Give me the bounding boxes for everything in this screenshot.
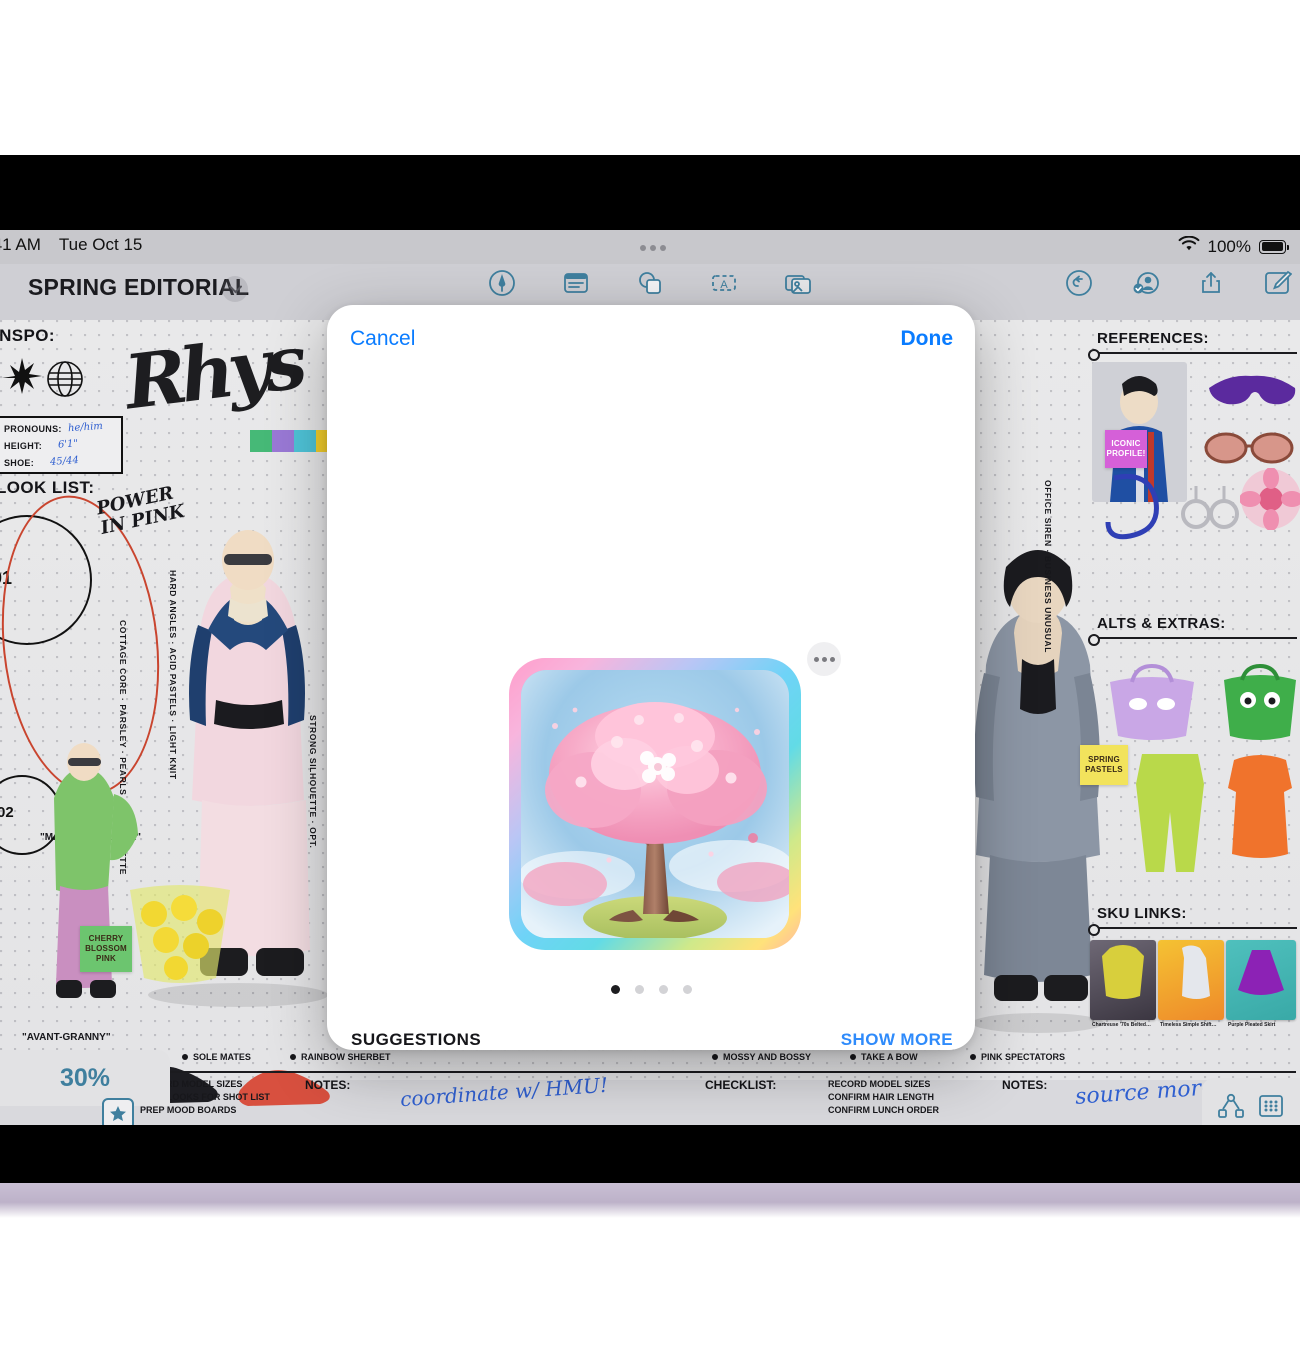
done-button[interactable]: Done [901, 327, 954, 351]
cancel-button[interactable]: Cancel [350, 327, 415, 351]
suggestions-heading: SUGGESTIONS [351, 1030, 482, 1049]
cherry-blossom-tree-image [521, 670, 789, 938]
ellipsis-icon[interactable] [807, 642, 841, 676]
generated-image-preview[interactable] [509, 658, 801, 950]
device-bezel-bottom [0, 1125, 1300, 1183]
ipad-screen: :41 AM Tue Oct 15 100% SPRING EDITORIAL [0, 230, 1300, 1125]
dialog-header: Cancel Done [327, 305, 975, 377]
device-stand [0, 1183, 1300, 1218]
show-more-button[interactable]: SHOW MORE [841, 1030, 953, 1050]
page-dot[interactable] [658, 985, 668, 994]
page-dot[interactable] [634, 985, 644, 994]
image-page-dots[interactable] [327, 985, 975, 994]
device-bezel-top [0, 155, 1300, 230]
screenshot-root: :41 AM Tue Oct 15 100% SPRING EDITORIAL [0, 0, 1300, 1350]
page-dot[interactable] [682, 985, 692, 994]
page-dot-active[interactable] [610, 985, 620, 994]
image-playground-dialog: Cancel Done SUGGESTIONS SHOW MORE [327, 305, 975, 1050]
